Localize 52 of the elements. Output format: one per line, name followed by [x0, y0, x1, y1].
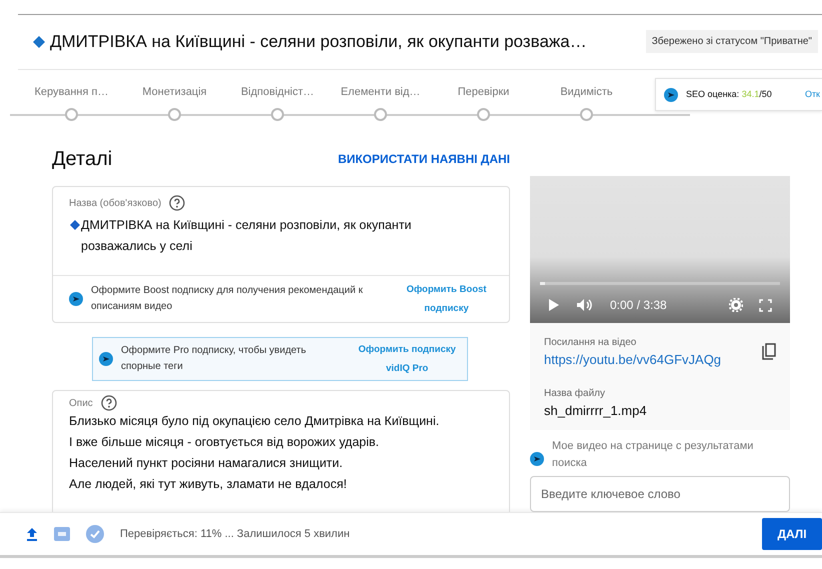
step-tab[interactable]: Відповідніст… [226, 84, 329, 100]
promo-text: Оформите Boost подписку для получения рекомендаций к описаниям видео [91, 284, 364, 314]
volume-icon[interactable] [576, 298, 594, 312]
step-tab[interactable]: Елементи від… [329, 84, 432, 100]
title-text: ДМИТРІВКА на Київщині - селяни розповіли, як окупанти розважались у селі [81, 217, 412, 255]
next-button[interactable]: ДАЛІ [762, 518, 822, 550]
step-circle [271, 108, 284, 120]
step-circle [477, 108, 490, 120]
step-tab[interactable]: Монетизація [123, 84, 226, 100]
seo-link[interactable]: Отк [804, 88, 820, 102]
diamond-icon [69, 219, 81, 231]
field-label: Назва (обов'язково) [69, 196, 162, 210]
step-circle [65, 108, 78, 120]
reuse-link[interactable]: ВИКОРИСТАТИ НАЯВНІ ДАНІ [338, 150, 510, 168]
step-circle [168, 108, 181, 120]
upload-status: Перевіряється: 11% ... Залишилося 5 хвилин [120, 526, 350, 542]
keyword-field[interactable]: Введите ключевое слово [530, 476, 790, 512]
play-icon[interactable] [548, 298, 560, 312]
video-time: 0:00 / 3:38 [610, 297, 667, 314]
status-badge: Збережено зі статусом "Приватне" [646, 30, 818, 53]
boost-link[interactable]: Оформить Boost подписку [400, 280, 493, 318]
diamond-icon [32, 34, 46, 48]
seo-score: SEO оценка: 34.1/50 [686, 88, 772, 101]
step-tab[interactable]: Керування п… [20, 84, 123, 100]
step-tab[interactable]: Перевірки [432, 84, 535, 100]
search-rank-text: Мое видео на странице с результатами поиска [552, 439, 754, 471]
help-icon[interactable] [100, 395, 117, 411]
settings-icon[interactable] [729, 298, 743, 312]
check-icon[interactable] [86, 525, 104, 543]
circle-logo-icon [530, 452, 544, 466]
fullscreen-icon[interactable] [759, 298, 772, 312]
promo-text: Оформите Pro подписку, чтобы увидеть спорные теги [121, 344, 308, 374]
help-icon[interactable] [169, 195, 186, 211]
upload-icon[interactable] [26, 527, 38, 541]
video-player[interactable]: 0:00 / 3:38 [530, 176, 790, 323]
title-field[interactable]: Назва (обов'язково) ДМИТРІВКА на Київщині - селяни розповіли, як окупанти розважались у селі Оформите Boost подписку для получения рекомендаций к описаниям видео Оформить Boost подписку [52, 186, 510, 323]
file-name: sh_dmirrrr_1.mp4 [544, 402, 648, 420]
circle-logo-icon [99, 352, 113, 366]
section-heading: Деталі [52, 147, 112, 172]
field-label: Посилання на відео [544, 336, 638, 350]
copy-icon[interactable] [762, 343, 776, 360]
circle-logo-icon [664, 88, 678, 102]
video-link[interactable]: https://youtu.be/vv64GFvJAQg [544, 352, 722, 367]
pro-link[interactable]: Оформить подписку vidIQ Pro [353, 340, 461, 378]
field-label: Опис [69, 396, 93, 410]
circle-logo-icon [69, 292, 83, 306]
step-circle [580, 108, 593, 120]
field-label: Назва файлу [544, 386, 606, 400]
step-circle [374, 108, 387, 120]
video-title: ДМИТРІВКА на Київщині - селяни розповіли, як окупанти розважа… [50, 30, 587, 53]
description-text: Близько місяця було під окупацією село Дмитрівка на Київщині. І вже більше місяця - оговтується від ворожих ударів. Населений пункт росіяни намагалися знищити. Але людей, які тут живуть, зламати не вдалося! [69, 413, 440, 493]
step-tab[interactable]: Видимість [535, 84, 638, 100]
